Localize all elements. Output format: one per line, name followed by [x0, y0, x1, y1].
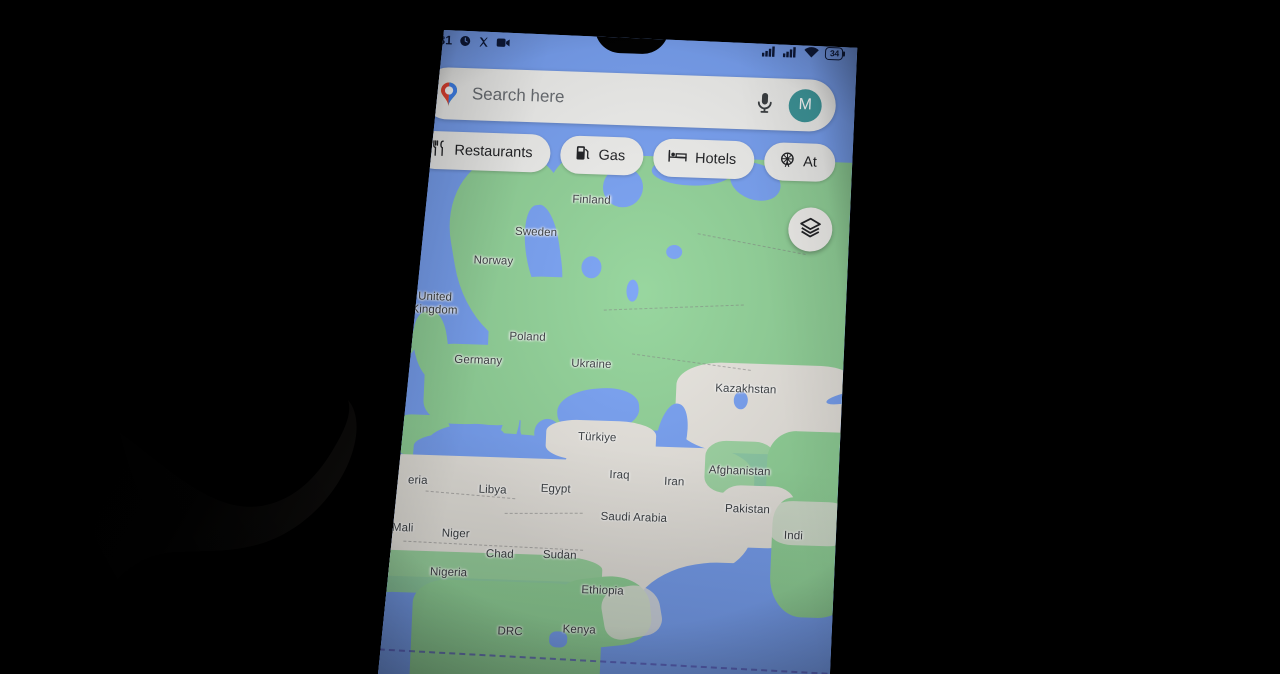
map-label-libya: Libya	[478, 483, 507, 497]
map-label-poland: Poland	[509, 330, 547, 344]
map-label-ethiopia: Ethiopia	[581, 584, 624, 598]
hotel-bed-icon	[668, 149, 688, 168]
map-label-niger: Niger	[441, 527, 470, 541]
map-label-kazakhstan: Kazakhstan	[715, 382, 777, 397]
map-label-united-kingdom: United Kingdom	[411, 290, 458, 318]
chip-hotels[interactable]: Hotels	[652, 138, 755, 180]
layers-icon	[798, 215, 823, 245]
x-app-icon	[478, 36, 489, 47]
map-label-drc: DRC	[497, 625, 523, 639]
map-label-sweden: Sweden	[514, 225, 558, 240]
scene-root: Finland Sweden Norway United Kingdom Poland G…	[0, 0, 1280, 674]
map-label-iraq: Iraq	[609, 468, 630, 482]
land-ireland	[393, 325, 417, 357]
map-label-ukraine: Ukraine	[570, 357, 612, 371]
map-label-finland: Finland	[572, 193, 612, 207]
chip-label: Hotels	[694, 150, 737, 169]
search-input[interactable]	[471, 84, 744, 114]
signal-bars-icon	[761, 45, 778, 57]
land-india-arid-north	[769, 500, 852, 547]
map-label-mali: Mali	[391, 521, 414, 535]
status-bar-right: 34	[761, 44, 844, 61]
status-bar-left: 3:31	[427, 33, 511, 50]
map-label-egypt: Egypt	[540, 482, 571, 496]
map-label-iran: Iran	[663, 475, 685, 489]
signal-bars-icon	[782, 46, 799, 58]
chip-gas[interactable]: Gas	[559, 135, 644, 176]
phone-screen: Finland Sweden Norway United Kingdom Poland G…	[378, 30, 858, 674]
gas-pump-icon	[575, 145, 591, 165]
map-label-kenya: Kenya	[562, 623, 596, 637]
map-label-afghanistan: Afghanistan	[708, 464, 771, 479]
phone-device: Finland Sweden Norway United Kingdom Poland G…	[378, 30, 862, 674]
restaurant-icon	[431, 140, 447, 160]
map-label-sudan: Sudan	[542, 548, 577, 562]
chip-label: Restaurants	[454, 142, 533, 162]
video-recorder-icon	[496, 37, 510, 48]
chip-restaurants[interactable]: Restaurants	[415, 130, 552, 173]
map-label-algeria: eria	[407, 474, 428, 487]
map-label-india: Indi	[783, 529, 804, 543]
status-bar-time: 3:31	[426, 32, 453, 48]
map-label-saudi-arabia: Saudi Arabia	[600, 510, 668, 525]
chip-label: At	[802, 154, 818, 171]
chip-attractions[interactable]: At	[763, 141, 836, 183]
microphone-icon[interactable]	[754, 91, 777, 118]
map-label-chad: Chad	[485, 547, 515, 561]
map-label-germany: Germany	[454, 353, 503, 368]
wifi-icon	[804, 46, 820, 58]
avatar[interactable]: M	[788, 88, 823, 123]
chip-label: Gas	[598, 147, 626, 165]
google-maps-pin-icon	[437, 79, 460, 108]
map-label-nigeria: Nigeria	[429, 566, 468, 580]
battery-indicator: 34	[824, 46, 844, 61]
attractions-ferris-wheel-icon	[779, 151, 796, 172]
map-label-norway: Norway	[473, 254, 514, 268]
map-label-turkiye: Türkiye	[577, 430, 617, 445]
map-label-pakistan: Pakistan	[724, 502, 771, 517]
clock-icon	[459, 35, 472, 47]
map-border-line	[504, 512, 583, 514]
